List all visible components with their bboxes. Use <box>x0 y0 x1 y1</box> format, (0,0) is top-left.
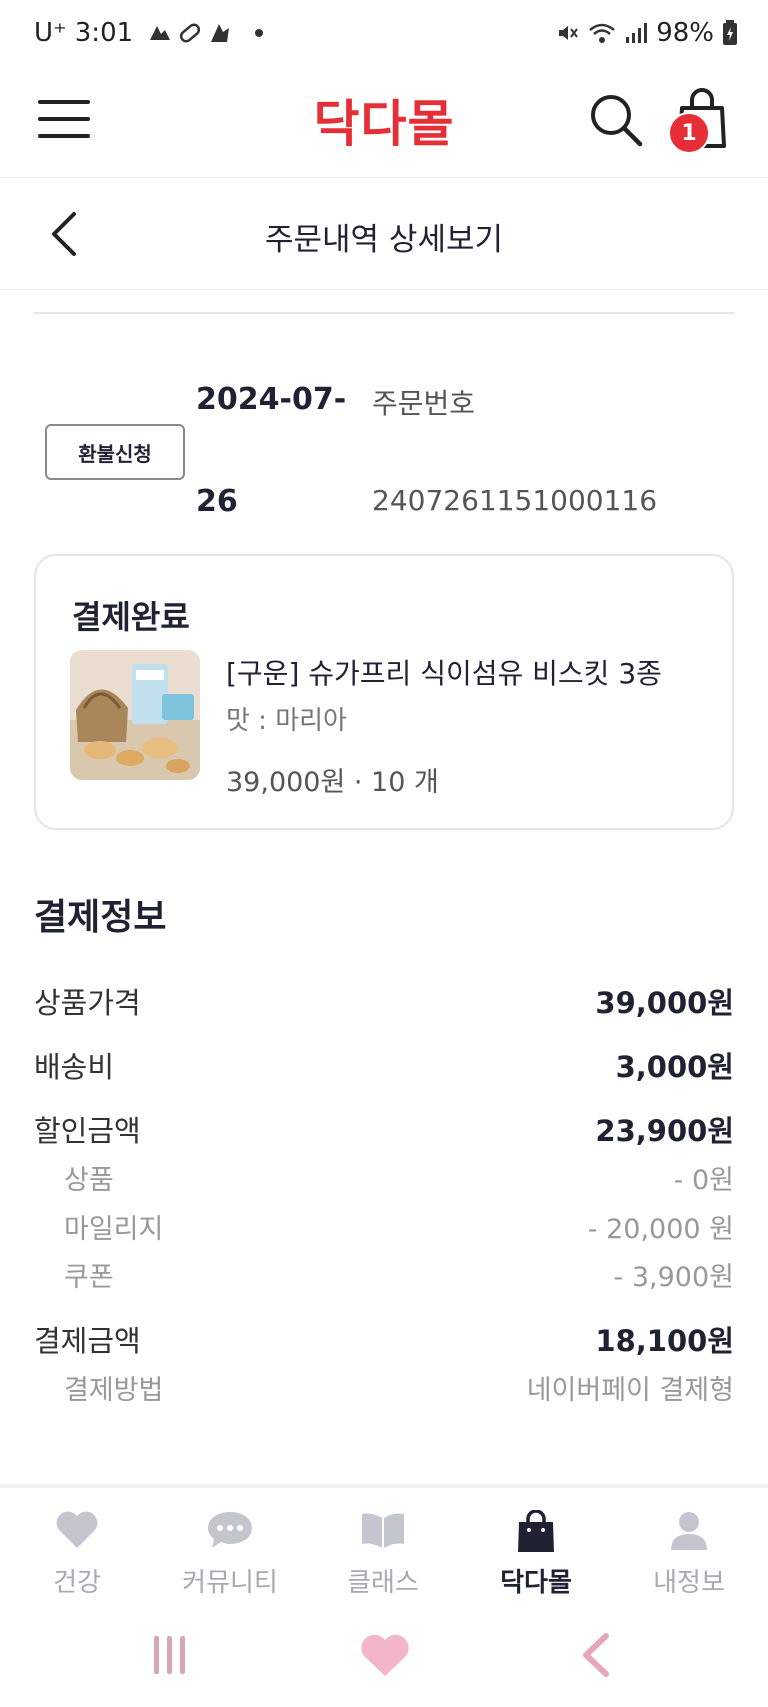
row-total-payment: 결제금액 18,100원 <box>34 1318 734 1360</box>
nav-label: 건강 <box>53 1568 101 1598</box>
refund-request-button[interactable]: 환불신청 <box>45 424 185 480</box>
row-product-price: 상품가격 39,000원 <box>34 980 734 1022</box>
search-icon[interactable] <box>588 92 644 148</box>
more-notifications-dot <box>255 29 264 37</box>
book-icon <box>362 1513 404 1548</box>
order-item-card[interactable]: 결제완료 [구운] 슈가프리 식이섬유 비스킷 3종 맛 : 마리아 39,00… <box>34 554 734 830</box>
product-photo-icon <box>70 650 200 780</box>
row-value: 23,900원 <box>595 1114 734 1148</box>
row-discount-coupon: 쿠폰 - 3,900원 <box>34 1255 734 1294</box>
nav-label: 내정보 <box>653 1568 725 1598</box>
system-navigation-bar <box>0 1604 768 1707</box>
heart-icon <box>56 1511 98 1548</box>
notification-icons <box>147 20 233 46</box>
row-discount: 할인금액 23,900원 <box>34 1108 734 1150</box>
row-value: 네이버페이 결제형 <box>526 1375 734 1406</box>
battery-percent: 98% <box>656 18 714 48</box>
mute-icon <box>559 26 579 40</box>
sub-header: 주문내역 상세보기 <box>0 178 768 290</box>
divider <box>34 312 734 314</box>
row-label: 결제금액 <box>34 1324 141 1358</box>
app-notification-icon <box>211 24 230 42</box>
row-shipping: 배송비 3,000원 <box>34 1044 734 1086</box>
nav-item-health[interactable]: 건강 <box>2 1488 152 1608</box>
person-icon <box>671 1512 707 1550</box>
nav-label: 닥다몰 <box>500 1568 572 1598</box>
product-image[interactable] <box>70 650 200 780</box>
battery-icon <box>723 20 737 45</box>
row-discount-mileage: 마일리지 - 20,000 원 <box>34 1207 734 1246</box>
nav-item-my-info[interactable]: 내정보 <box>614 1488 764 1608</box>
home-heart-icon[interactable] <box>355 1630 415 1680</box>
row-label: 쿠폰 <box>64 1262 114 1293</box>
order-number-label: 주문번호 <box>372 387 476 420</box>
status-bar: U⁺ 3:01 98% <box>0 0 768 72</box>
page-title: 주문내역 상세보기 <box>264 222 503 258</box>
row-label: 상품 <box>64 1165 114 1196</box>
row-value: - 3,900원 <box>613 1262 734 1293</box>
row-label: 결제방법 <box>64 1375 164 1406</box>
row-label: 배송비 <box>34 1050 115 1084</box>
row-value: 3,000원 <box>615 1050 734 1084</box>
app-header: 닥다몰 1 <box>0 72 768 178</box>
back-icon[interactable] <box>570 1630 630 1680</box>
row-label: 마일리지 <box>64 1214 164 1245</box>
row-value: 18,100원 <box>595 1324 734 1358</box>
shopping-bag-icon <box>518 1510 554 1552</box>
row-value: - 20,000 원 <box>587 1214 734 1245</box>
row-value: - 0원 <box>673 1165 734 1196</box>
signal-icon <box>626 23 648 43</box>
nav-label: 클래스 <box>347 1568 419 1598</box>
clock: 3:01 <box>74 18 134 48</box>
status-left: U⁺ 3:01 <box>34 18 264 48</box>
recent-apps-icon[interactable] <box>140 1630 200 1680</box>
payment-info-title: 결제정보 <box>34 897 167 938</box>
chat-bubble-icon <box>208 1512 252 1548</box>
row-label: 상품가격 <box>34 986 141 1020</box>
order-number-value: 2407261151000116 <box>372 484 658 517</box>
pill-icon <box>180 23 201 43</box>
bottom-navigation: 건강 커뮤니티 클래스 닥다몰 내정보 <box>0 1484 768 1604</box>
order-date-day: 26 <box>196 484 238 519</box>
carrier-label: U⁺ <box>34 18 67 48</box>
cart-count-badge: 1 <box>668 112 710 154</box>
app-notification-icon <box>150 26 171 40</box>
product-option: 맛 : 마리아 <box>226 706 347 736</box>
status-right: 98% <box>556 18 738 48</box>
payment-status: 결제완료 <box>72 598 190 636</box>
order-date: 2024-07- <box>196 382 347 417</box>
nav-item-mall[interactable]: 닥다몰 <box>461 1488 611 1608</box>
wifi-icon <box>589 23 616 43</box>
row-discount-product: 상품 - 0원 <box>34 1158 734 1197</box>
nav-label: 커뮤니티 <box>182 1568 278 1598</box>
nav-item-class[interactable]: 클래스 <box>308 1488 458 1608</box>
product-price-quantity: 39,000원 · 10 개 <box>226 767 439 798</box>
product-name[interactable]: [구운] 슈가프리 식이섬유 비스킷 3종 <box>226 652 662 692</box>
row-payment-method: 결제방법 네이버페이 결제형 <box>34 1368 734 1407</box>
brand-logo[interactable]: 닥다몰 <box>0 84 768 156</box>
row-value: 39,000원 <box>595 986 734 1020</box>
nav-item-community[interactable]: 커뮤니티 <box>155 1488 305 1608</box>
row-label: 할인금액 <box>34 1114 141 1148</box>
